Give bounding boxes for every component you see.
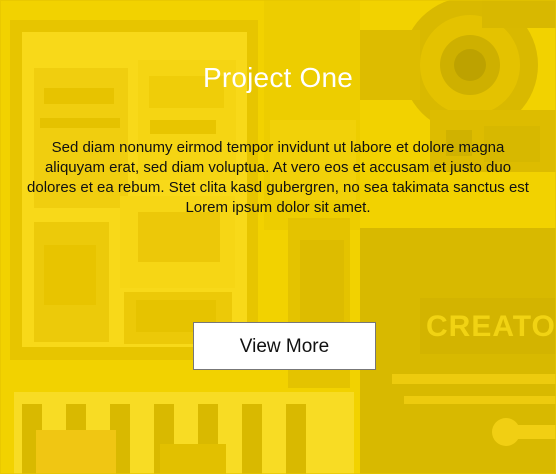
project-title: Project One bbox=[202, 62, 354, 93]
project-card: CREATOR bbox=[0, 0, 556, 474]
view-more-button[interactable]: View More bbox=[193, 322, 376, 370]
project-description: Sed diam nonumy eirmod tempor invidunt u… bbox=[27, 139, 529, 216]
